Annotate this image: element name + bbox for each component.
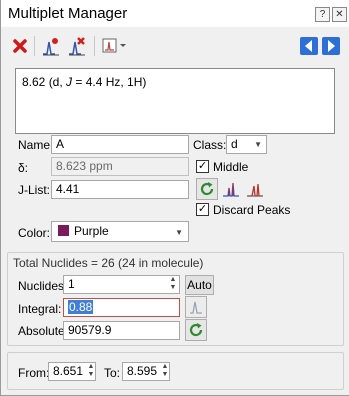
help-button[interactable]: ? bbox=[315, 7, 330, 22]
blue-left-arrow bbox=[300, 37, 318, 55]
refresh-icon bbox=[189, 323, 203, 337]
from-spinner[interactable]: ▲ ▼ bbox=[86, 363, 96, 380]
integral-field[interactable]: 0.88 bbox=[63, 298, 180, 317]
auto-button[interactable]: Auto bbox=[185, 275, 214, 295]
from-label: From: bbox=[18, 366, 50, 380]
refresh-absolute-button[interactable] bbox=[185, 319, 207, 341]
integral-label: Integral: bbox=[18, 302, 62, 316]
class-value: d bbox=[231, 137, 238, 151]
absolute-label: Absolute: bbox=[18, 324, 69, 338]
delta-label: δ: bbox=[18, 161, 29, 175]
nuclides-spinner[interactable]: ▲ ▼ bbox=[168, 276, 178, 293]
blue-right-arrow bbox=[322, 37, 340, 55]
color-select[interactable]: Purple ▼ bbox=[51, 221, 189, 242]
name-label: Name: bbox=[18, 138, 54, 152]
fit-peaks-button[interactable] bbox=[244, 178, 266, 200]
multiplet-peaks-button[interactable] bbox=[220, 178, 242, 200]
name-field[interactable]: A bbox=[51, 135, 189, 154]
discard-peaks-label: Discard Peaks bbox=[213, 203, 291, 217]
discard-peaks-checkbox[interactable]: ✓ bbox=[196, 203, 209, 216]
to-spinner[interactable]: ▲ ▼ bbox=[160, 363, 170, 380]
multiplet-add-icon bbox=[43, 38, 59, 56]
manual-multiplet-button[interactable] bbox=[39, 34, 63, 58]
middle-checkbox[interactable]: ✓ bbox=[196, 160, 209, 173]
summary-prefix: 8.62 (d, bbox=[22, 75, 67, 89]
previous-multiplet-button[interactable] bbox=[297, 34, 321, 58]
total-nuclides-header: Total Nuclides = 26 (24 in molecule) bbox=[13, 256, 204, 270]
summary-suffix: = 4.4 Hz, 1H) bbox=[72, 75, 147, 89]
multiplet-summary-box[interactable]: 8.62 (d, J = 4.4 Hz, 1H) bbox=[15, 68, 335, 134]
peaks-red-icon bbox=[247, 183, 263, 197]
red-x-icon bbox=[13, 39, 27, 53]
spectrum-view-icon bbox=[102, 38, 126, 53]
class-select[interactable]: d ▼ bbox=[226, 135, 267, 154]
middle-label: Middle bbox=[213, 160, 249, 174]
color-value: Purple bbox=[74, 224, 109, 238]
class-label: Class: bbox=[193, 138, 227, 152]
delta-field: 8.623 ppm bbox=[51, 157, 189, 176]
integral-value: 0.88 bbox=[68, 300, 94, 314]
absolute-field[interactable]: 90579.9 bbox=[63, 321, 180, 340]
color-swatch bbox=[58, 225, 69, 236]
close-button[interactable]: ✕ bbox=[332, 7, 347, 22]
window-title: Multiplet Manager bbox=[8, 5, 128, 22]
nuclides-field[interactable]: 1 bbox=[63, 275, 180, 294]
nuclides-label: Nuclides: bbox=[18, 279, 68, 293]
integral-action-button[interactable] bbox=[185, 296, 207, 318]
delete-peaks-button[interactable] bbox=[65, 34, 89, 58]
peaks-blue-icon bbox=[223, 182, 239, 197]
multiplet-remove-icon bbox=[69, 37, 85, 56]
next-multiplet-button[interactable] bbox=[319, 34, 343, 58]
refresh-icon bbox=[200, 182, 214, 196]
title-bar: Multiplet Manager ? ✕ bbox=[1, 0, 349, 27]
integral-icon bbox=[190, 301, 202, 314]
chart-options-dropdown[interactable] bbox=[100, 34, 130, 58]
to-label: To: bbox=[104, 366, 121, 380]
jlist-label: J-List: bbox=[18, 183, 51, 197]
refresh-jlist-button[interactable] bbox=[196, 178, 218, 200]
delete-multiplet-button[interactable] bbox=[8, 34, 32, 58]
color-label: Color: bbox=[18, 226, 51, 240]
jlist-field[interactable]: 4.41 bbox=[51, 180, 189, 199]
multiplet-summary-text: 8.62 (d, J = 4.4 Hz, 1H) bbox=[22, 75, 146, 89]
chevron-down-icon: ▼ bbox=[254, 140, 262, 149]
multiplet-manager-window: Multiplet Manager ? ✕ 8.62 (d, J = 4.4 H… bbox=[0, 0, 349, 396]
chevron-down-icon: ▼ bbox=[175, 228, 183, 237]
